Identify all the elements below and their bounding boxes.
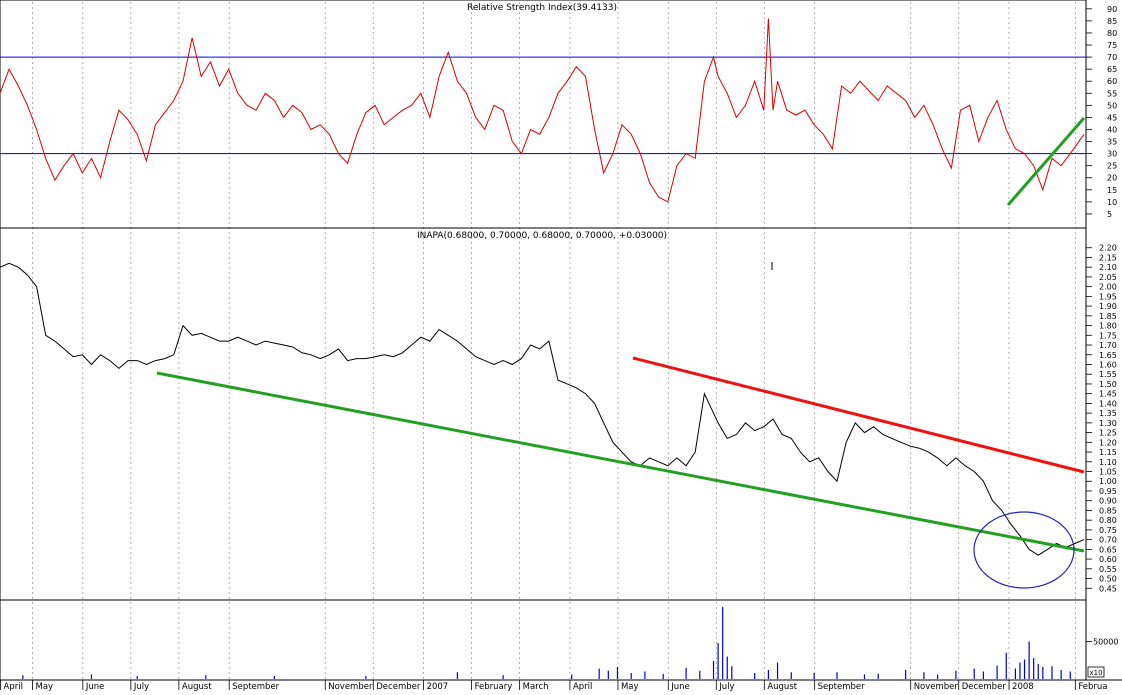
price-tick-label: 2.00 bbox=[1099, 283, 1117, 292]
price-tick-label: 1.65 bbox=[1099, 351, 1117, 360]
date-label: April bbox=[573, 682, 592, 691]
price-tick-label: 1.25 bbox=[1099, 429, 1117, 438]
volume-tick-label: 50000 bbox=[1093, 638, 1118, 647]
price-tick-label: 0.65 bbox=[1099, 545, 1117, 554]
date-label: November bbox=[328, 682, 373, 691]
rsi-tick-label: 40 bbox=[1107, 125, 1117, 134]
price-tick-label: 1.55 bbox=[1099, 370, 1117, 379]
rsi-tick-label: 60 bbox=[1107, 77, 1117, 86]
date-label: March bbox=[523, 682, 549, 691]
rsi-tick-label: 50 bbox=[1107, 101, 1117, 110]
rsi-title: Relative Strength Index(39.4133) bbox=[467, 3, 617, 13]
price-tick-label: 1.45 bbox=[1099, 390, 1117, 399]
date-label: 2007 bbox=[427, 682, 449, 691]
price-tick-label: 1.35 bbox=[1099, 409, 1117, 418]
price-tick-label: 1.60 bbox=[1099, 360, 1117, 369]
rsi-tick-label: 70 bbox=[1107, 53, 1117, 62]
price-tick-label: 1.50 bbox=[1099, 380, 1117, 389]
date-label: May bbox=[36, 682, 54, 691]
rsi-tick-label: 90 bbox=[1107, 5, 1117, 14]
rsi-tick-label: 10 bbox=[1107, 198, 1117, 207]
rsi-tick-label: 65 bbox=[1107, 65, 1117, 74]
rsi-tick-label: 55 bbox=[1107, 89, 1117, 98]
date-label: August bbox=[182, 682, 212, 691]
price-tick-label: 0.80 bbox=[1099, 516, 1117, 525]
price-tick-label: 1.95 bbox=[1099, 292, 1117, 301]
price-tick-label: 0.50 bbox=[1099, 575, 1117, 584]
rsi-tick-label: 5 bbox=[1107, 210, 1112, 219]
price-tick-label: 0.60 bbox=[1099, 555, 1117, 564]
date-label: June bbox=[85, 682, 105, 691]
price-tick-label: 0.90 bbox=[1099, 497, 1117, 506]
price-tick-label: 0.85 bbox=[1099, 506, 1117, 515]
price-tick-label: 0.70 bbox=[1099, 536, 1117, 545]
rsi-tick-label: 80 bbox=[1107, 29, 1117, 38]
price-tick-label: 0.95 bbox=[1099, 487, 1117, 496]
price-tick-label: 0.45 bbox=[1099, 584, 1117, 593]
price-tick-label: 2.20 bbox=[1099, 244, 1117, 253]
price-tick-label: 2.15 bbox=[1099, 253, 1117, 262]
rsi-tick-label: 45 bbox=[1107, 113, 1117, 122]
chart-canvas: Relative Strength Index(39.4133) 5 10 15 20… bbox=[0, 0, 1122, 692]
rsi-tick-label: 85 bbox=[1107, 17, 1117, 26]
price-tick-label: 1.75 bbox=[1099, 331, 1117, 340]
rsi-tick-label: 30 bbox=[1107, 150, 1117, 159]
date-label: July bbox=[133, 682, 149, 691]
date-label: June bbox=[670, 682, 690, 691]
rsi-tick-label: 25 bbox=[1107, 162, 1117, 171]
price-tick-label: 1.90 bbox=[1099, 302, 1117, 311]
date-label: Februa bbox=[1078, 682, 1107, 691]
price-tick-label: 1.80 bbox=[1099, 322, 1117, 331]
stock-chart-window: Relative Strength Index(39.4133) 5 10 15 20… bbox=[0, 0, 1122, 692]
date-label: August bbox=[767, 682, 797, 691]
price-tick-label: 0.55 bbox=[1099, 565, 1117, 574]
price-tick-label: 1.30 bbox=[1099, 419, 1117, 428]
price-tick-label: 1.85 bbox=[1099, 312, 1117, 321]
chart-background bbox=[0, 0, 1122, 691]
date-label: September bbox=[232, 682, 279, 691]
date-label: September bbox=[818, 682, 865, 691]
date-label: May bbox=[621, 682, 639, 691]
price-tick-label: 1.10 bbox=[1099, 458, 1117, 467]
date-label: July bbox=[718, 682, 734, 691]
rsi-tick-label: 15 bbox=[1107, 186, 1117, 195]
price-tick-label: 1.40 bbox=[1099, 399, 1117, 408]
date-label: 2008 bbox=[1012, 682, 1034, 691]
price-tick-label: 2.05 bbox=[1099, 273, 1117, 282]
date-label: December bbox=[376, 682, 421, 691]
rsi-tick-label: 35 bbox=[1107, 138, 1117, 147]
rsi-tick-label: 20 bbox=[1107, 174, 1117, 183]
price-tick-label: 1.70 bbox=[1099, 341, 1117, 350]
price-tick-label: 0.75 bbox=[1099, 526, 1117, 535]
date-label: December bbox=[962, 682, 1007, 691]
volume-unit-label: x10 bbox=[1089, 669, 1102, 677]
price-tick-label: 1.15 bbox=[1099, 448, 1117, 457]
date-label: November bbox=[914, 682, 959, 691]
rsi-tick-label: 75 bbox=[1107, 41, 1117, 50]
price-tick-label: 2.10 bbox=[1099, 263, 1117, 272]
price-tick-label: 1.05 bbox=[1099, 468, 1117, 477]
date-label: February bbox=[475, 682, 513, 691]
price-tick-label: 1.00 bbox=[1099, 477, 1117, 486]
date-label: April bbox=[4, 682, 23, 691]
price-title: INAPA(0.68000, 0.70000, 0.68000, 0.70000… bbox=[417, 231, 667, 241]
price-tick-label: 1.20 bbox=[1099, 438, 1117, 447]
